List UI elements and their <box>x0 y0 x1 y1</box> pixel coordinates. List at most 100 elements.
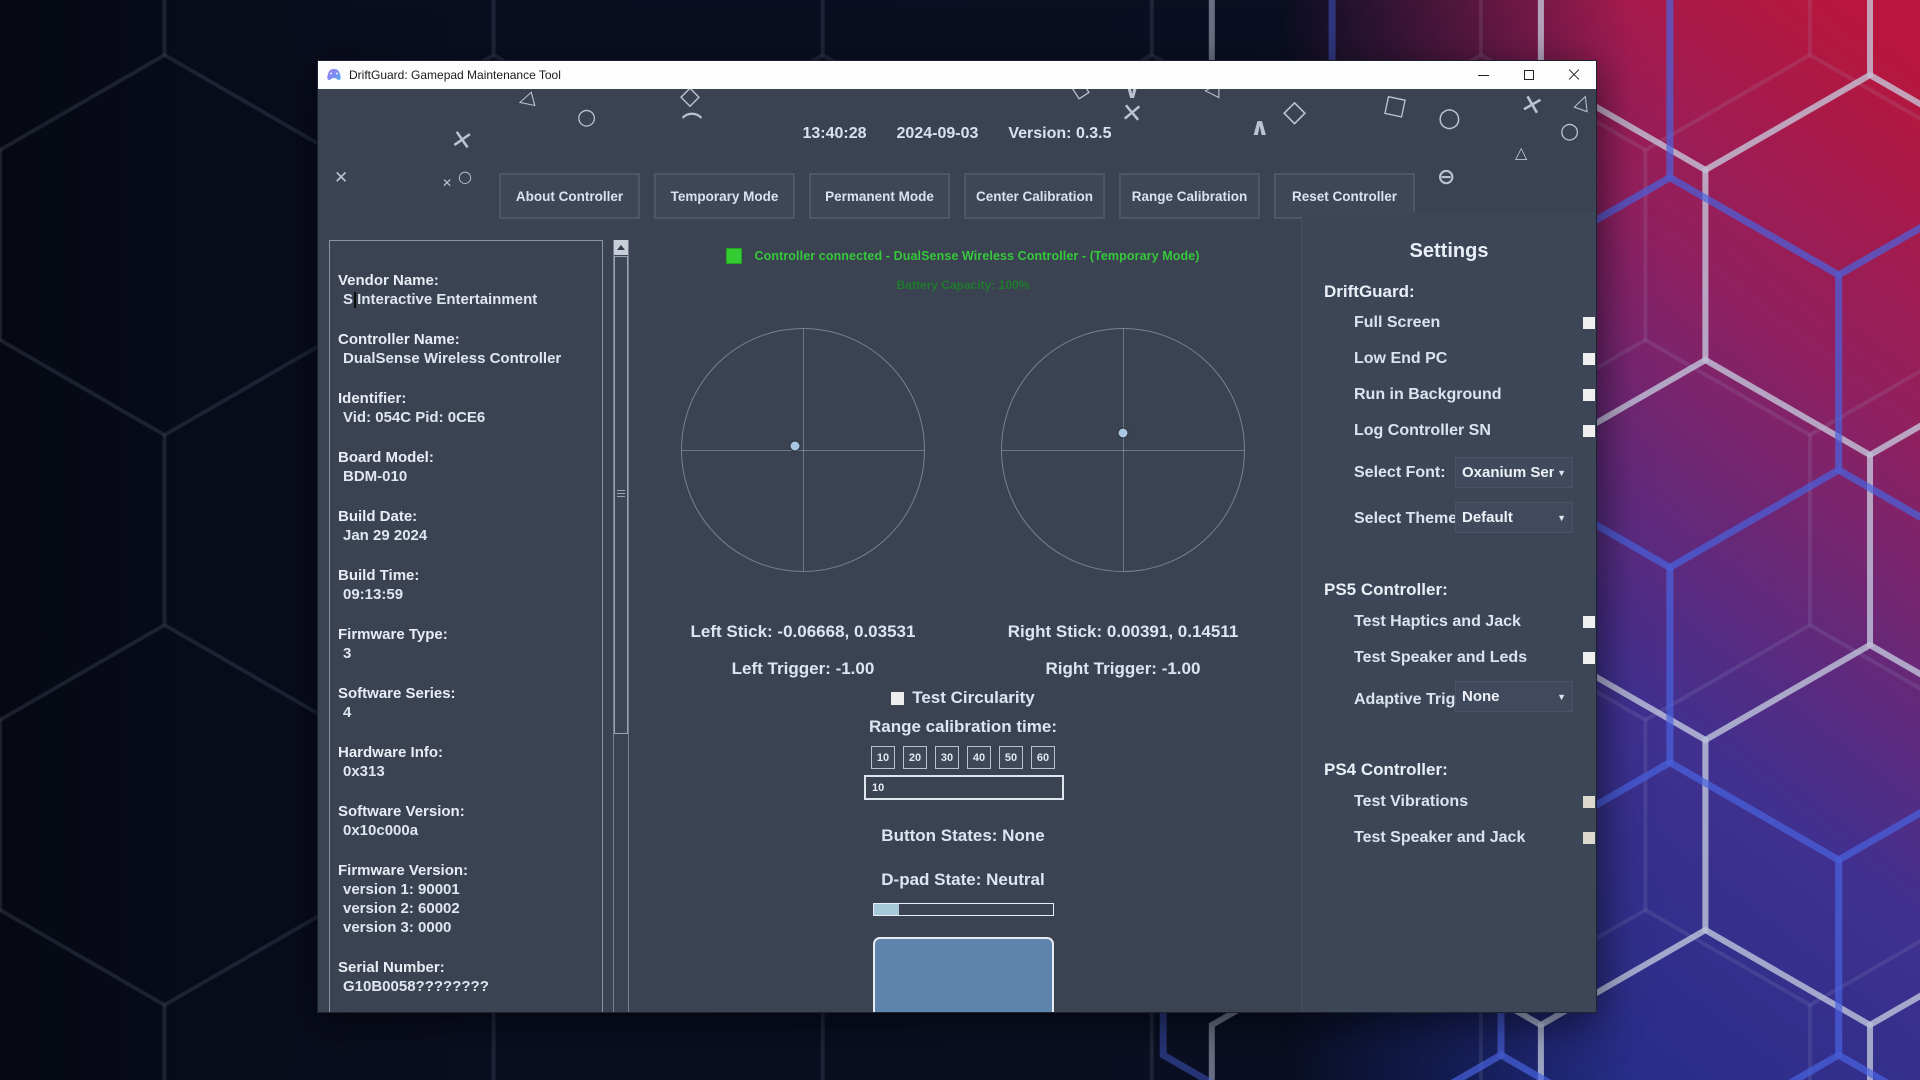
temporary-mode-button[interactable]: Temporary Mode <box>654 173 795 219</box>
diamond-icon: ◇ <box>1070 89 1093 103</box>
info-label: Serial Number: <box>338 958 594 977</box>
crosshair-horizontal <box>1002 450 1244 451</box>
setting-run-in-background: Run in Background <box>1354 386 1586 406</box>
range-time-30-button[interactable]: 30 <box>935 746 959 769</box>
test-circularity-checkbox[interactable]: Test Circularity <box>643 688 1283 708</box>
setting-test-haptics-jack: Test Haptics and Jack <box>1354 613 1586 633</box>
adaptive-trigger-dropdown[interactable]: None ▼ <box>1455 681 1573 712</box>
info-label: Vendor Name: <box>338 271 594 290</box>
setting-log-controller-sn: Log Controller SN <box>1354 422 1586 442</box>
setting-label: Full Screen <box>1354 314 1440 331</box>
range-time-40-button[interactable]: 40 <box>967 746 991 769</box>
close-button[interactable] <box>1551 61 1596 89</box>
range-time-50-button[interactable]: 50 <box>999 746 1023 769</box>
section-driftguard: DriftGuard: <box>1324 282 1415 302</box>
about-controller-button[interactable]: About Controller <box>499 173 640 219</box>
test-circularity-label: Test Circularity <box>912 688 1035 708</box>
font-dropdown[interactable]: Oxanium Semi ▼ <box>1455 457 1573 488</box>
setting-label: Select Theme: <box>1354 510 1462 527</box>
info-value: Jan 29 2024 <box>338 526 594 545</box>
info-label: Controller Name: <box>338 330 594 349</box>
info-value: 0x313 <box>338 762 594 781</box>
setting-label: Select Font: <box>1354 464 1446 481</box>
led-color-panel <box>873 937 1054 1012</box>
connection-status: Controller connected - DualSense Wireles… <box>754 249 1199 263</box>
range-calibration-title: Range calibration time: <box>643 717 1283 737</box>
ps-triangle-icon: ◁ <box>1204 89 1219 99</box>
info-scrollbar[interactable] <box>613 240 629 1012</box>
minimize-button[interactable] <box>1461 61 1506 89</box>
setting-label: Test Speaker and Leds <box>1354 649 1527 666</box>
checkbox[interactable] <box>1583 389 1595 401</box>
info-label: Firmware Type: <box>338 625 594 644</box>
scroll-up-button[interactable] <box>614 240 628 255</box>
info-value: S Interactive Entertainment <box>338 290 594 309</box>
ps-cross-icon: ✕ <box>1518 91 1546 122</box>
checkbox[interactable] <box>1583 317 1595 329</box>
setting-test-speaker-leds: Test Speaker and Leds <box>1354 649 1586 669</box>
center-calibration-button[interactable]: Center Calibration <box>964 173 1105 219</box>
titlebar: DriftGuard: Gamepad Maintenance Tool <box>318 61 1596 89</box>
version: Version: 0.3.5 <box>1008 125 1111 143</box>
left-stick-dot <box>790 440 801 451</box>
info-value: 0x10c000a <box>338 821 594 840</box>
right-stick-circle <box>1001 328 1245 572</box>
theme-dropdown[interactable]: Default ▼ <box>1455 502 1573 533</box>
permanent-mode-button[interactable]: Permanent Mode <box>809 173 950 219</box>
battery-status: Battery Capacity: 100% <box>643 278 1283 292</box>
date: 2024-09-03 <box>897 125 979 143</box>
range-time-10-button[interactable]: 10 <box>871 746 895 769</box>
info-value: 4 <box>338 703 594 722</box>
info-value: Vid: 054C Pid: 0CE6 <box>338 408 594 427</box>
setting-test-speaker-jack: Test Speaker and Jack <box>1354 829 1586 849</box>
crosshair-horizontal <box>682 450 924 451</box>
left-stick-circle <box>681 328 925 572</box>
right-trigger-value: Right Trigger: -1.00 <box>963 659 1283 679</box>
setting-label: Run in Background <box>1354 386 1502 403</box>
checkbox[interactable] <box>1583 796 1595 808</box>
info-value: 3 <box>338 644 594 663</box>
ps-cross-icon: ✕ <box>1120 100 1144 128</box>
info-label: Board Model: <box>338 448 594 467</box>
checkbox[interactable] <box>1583 425 1595 437</box>
ps-triangle-icon: △ <box>1573 89 1594 113</box>
range-time-60-button[interactable]: 60 <box>1031 746 1055 769</box>
info-label: Build Date: <box>338 507 594 526</box>
checkbox[interactable] <box>1583 832 1595 844</box>
scrollbar-thumb[interactable] <box>614 256 628 734</box>
setting-label: Test Speaker and Jack <box>1354 829 1525 846</box>
info-label: Firmware Version: <box>338 861 594 880</box>
setting-label: Test Haptics and Jack <box>1354 613 1521 630</box>
app-icon <box>326 67 342 83</box>
window-title: DriftGuard: Gamepad Maintenance Tool <box>349 68 561 82</box>
left-trigger-value: Left Trigger: -1.00 <box>643 659 963 679</box>
clock: 13:40:28 <box>802 125 866 143</box>
status-time-row: 13:40:28 2024-09-03 Version: 0.3.5 <box>318 125 1596 143</box>
range-calibration-button[interactable]: Range Calibration <box>1119 173 1260 219</box>
checkbox[interactable] <box>1583 652 1595 664</box>
chevron-down-icon: ∨ <box>1124 89 1140 101</box>
checkbox[interactable] <box>1583 616 1595 628</box>
connection-indicator <box>726 248 742 264</box>
settings-title: Settings <box>1302 240 1596 263</box>
dpad-state-label: D-pad State: Neutral <box>643 870 1283 890</box>
theme-dropdown-value: Default <box>1462 509 1554 526</box>
controller-info-panel[interactable]: Vendor Name:S Interactive Entertainment … <box>329 240 603 1012</box>
text-cursor <box>354 292 356 308</box>
info-label: Software Series: <box>338 684 594 703</box>
maximize-button[interactable] <box>1506 61 1551 89</box>
checkbox[interactable] <box>1583 353 1595 365</box>
info-label: Hardware Info: <box>338 743 594 762</box>
range-time-input[interactable] <box>864 775 1064 800</box>
left-stick-value: Left Stick: -0.06668, 0.03531 <box>643 622 963 642</box>
ps-triangle-icon: ◁ <box>516 89 536 111</box>
minimize-icon <box>1478 75 1489 76</box>
range-time-20-button[interactable]: 20 <box>903 746 927 769</box>
chevron-down-icon: ▼ <box>1557 513 1566 523</box>
info-label: Build Time: <box>338 566 594 585</box>
adaptive-trigger-value: None <box>1462 688 1554 705</box>
setting-label: Test Vibrations <box>1354 793 1468 810</box>
range-time-presets: 10 20 30 40 50 60 <box>643 746 1283 769</box>
chevron-down-icon: ▼ <box>1557 468 1566 478</box>
app-window: DriftGuard: Gamepad Maintenance Tool ✕✕✕… <box>317 60 1597 1013</box>
